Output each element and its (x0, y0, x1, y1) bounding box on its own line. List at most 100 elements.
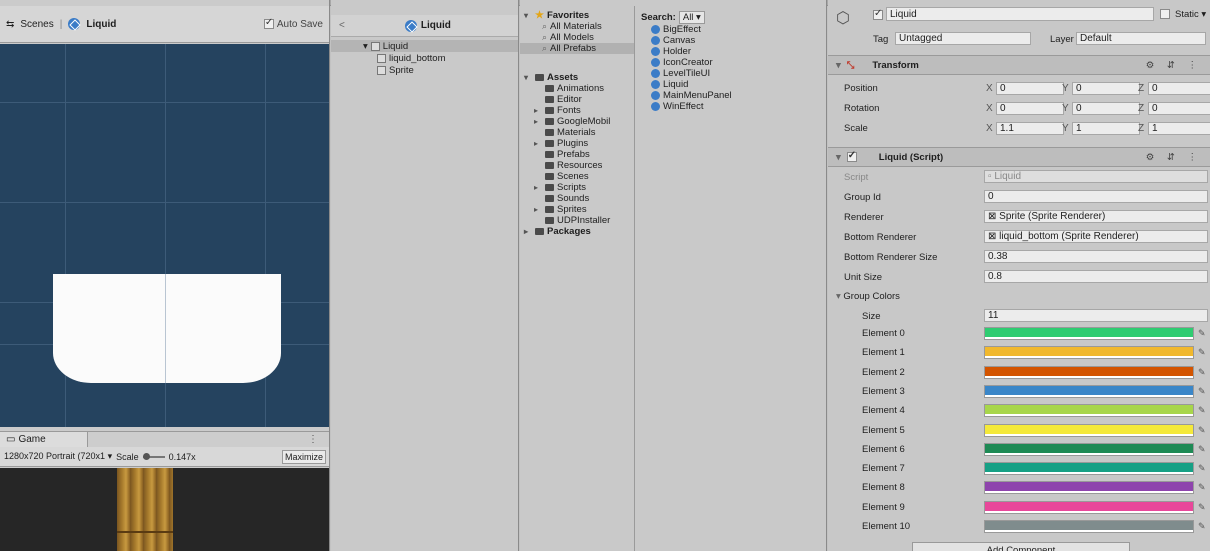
scale-z-field[interactable]: 1 (1148, 122, 1210, 135)
hierarchy-item-liquid-bottom[interactable]: liquid_bottom (331, 52, 518, 64)
component-settings-icons[interactable]: ⚙ ⇵ ⋮ (1146, 152, 1202, 163)
liquid-script-header[interactable]: ▾ Liquid (Script) ⚙ ⇵ ⋮ (828, 147, 1210, 167)
asset-folder[interactable]: Materials (520, 127, 634, 138)
eyedropper-icon[interactable]: ✎ (1198, 463, 1206, 474)
object-name-field[interactable]: Liquid (886, 7, 1154, 21)
asset-folder[interactable]: ▸ Sprites (520, 204, 634, 215)
scale-z[interactable]: Z1 (1138, 122, 1210, 135)
favorite-item[interactable]: ⌕ All Materials (520, 21, 634, 32)
asset-folder[interactable]: Editor (520, 94, 634, 105)
folder-arrow[interactable]: ▸ (534, 117, 542, 126)
tag-dropdown[interactable]: Untagged (895, 32, 1031, 45)
rotation-y-field[interactable]: 0 (1072, 102, 1140, 115)
collapse-arrow-icon[interactable]: ▾ (836, 291, 841, 302)
layer-dropdown[interactable]: Default (1076, 32, 1206, 45)
prefab-result[interactable]: IconCreator (635, 57, 826, 68)
color-field[interactable] (984, 500, 1194, 514)
position-y-field[interactable]: 0 (1072, 82, 1140, 95)
resolution-dropdown[interactable]: 1280x720 Portrait (720x1 ▾ (4, 451, 112, 462)
expand-arrow-icon[interactable]: ▾ (524, 11, 532, 20)
color-field[interactable] (984, 404, 1194, 418)
game-menu-icon[interactable]: ⋮ (308, 434, 318, 445)
scenes-icon[interactable]: ⇆ (6, 19, 14, 30)
assets-header[interactable]: ▾ Assets (520, 72, 634, 83)
scenes-tab-label[interactable]: Scenes (20, 19, 53, 30)
eyedropper-icon[interactable]: ✎ (1198, 347, 1206, 358)
hierarchy-item-liquid[interactable]: ▾ Liquid (331, 40, 518, 52)
color-field[interactable] (984, 365, 1194, 379)
transform-header[interactable]: ▾ ⤡ Transform ⚙ ⇵ ⋮ (828, 55, 1210, 75)
script-enabled-checkbox[interactable] (846, 150, 857, 162)
active-checkbox[interactable] (873, 8, 883, 20)
eyedropper-icon[interactable]: ✎ (1198, 444, 1206, 455)
eyedropper-icon[interactable]: ✎ (1198, 425, 1206, 436)
color-field[interactable] (984, 423, 1194, 437)
array-size-field[interactable]: 11 (984, 309, 1208, 322)
asset-folder[interactable]: ▸ Plugins (520, 138, 634, 149)
rotation-z-field[interactable]: 0 (1148, 102, 1210, 115)
asset-folder[interactable]: Resources (520, 160, 634, 171)
bottom-renderer-size-field[interactable]: 0.38 (984, 250, 1208, 263)
bottom-renderer-field[interactable]: ⊠ liquid_bottom (Sprite Renderer) (984, 230, 1208, 243)
asset-folder[interactable]: Sounds (520, 193, 634, 204)
color-field[interactable] (984, 346, 1194, 360)
rotation-z[interactable]: Z0 (1138, 102, 1210, 115)
collapse-arrow-icon[interactable]: ▾ (836, 60, 841, 71)
eyedropper-icon[interactable]: ✎ (1198, 328, 1206, 339)
eyedropper-icon[interactable]: ✎ (1198, 482, 1206, 493)
maximize-button[interactable]: Maximize (281, 449, 326, 464)
back-icon[interactable]: < (339, 20, 345, 31)
color-field[interactable] (984, 481, 1194, 495)
scale-slider[interactable] (142, 452, 165, 460)
asset-folder[interactable]: UDPInstaller (520, 215, 634, 226)
position-x[interactable]: X0 (986, 82, 1064, 95)
prefab-result[interactable]: BigEffect (635, 24, 826, 35)
game-tab[interactable]: ▭ Game (0, 431, 88, 448)
unit-size-field[interactable]: 0.8 (984, 270, 1208, 283)
folder-arrow[interactable]: ▸ (534, 139, 542, 148)
collapse-arrow-icon[interactable]: ▾ (836, 152, 841, 163)
scene-view[interactable] (0, 44, 329, 427)
packages-header[interactable]: ▸ Packages (520, 226, 634, 237)
folder-arrow[interactable]: ▸ (534, 106, 542, 115)
prefab-result[interactable]: Liquid (635, 79, 826, 90)
asset-folder[interactable]: ▸ Fonts (520, 105, 634, 116)
eyedropper-icon[interactable]: ✎ (1198, 405, 1206, 416)
asset-folder[interactable]: ▸ GoogleMobil (520, 116, 634, 127)
asset-folder[interactable]: ▸ Scripts (520, 182, 634, 193)
static-checkbox[interactable] (1160, 9, 1170, 19)
folder-arrow[interactable]: ▸ (534, 183, 542, 192)
scale-y-field[interactable]: 1 (1072, 122, 1140, 135)
auto-save-checkbox[interactable] (263, 17, 274, 29)
favorite-item[interactable]: ⌕ All Prefabs (520, 43, 634, 54)
scale-y[interactable]: Y1 (1062, 122, 1140, 135)
scale-x-field[interactable]: 1.1 (996, 122, 1064, 135)
scale-x[interactable]: X 1.1 (986, 122, 1064, 135)
breadcrumb-liquid[interactable]: Liquid (86, 19, 116, 30)
search-scope-dropdown[interactable]: All ▾ (678, 10, 705, 24)
expand-arrow-icon[interactable]: ▾ (363, 41, 368, 52)
color-field[interactable] (984, 327, 1194, 340)
eyedropper-icon[interactable]: ✎ (1198, 502, 1206, 513)
group-colors-foldout[interactable]: ▾ Group Colors (836, 291, 900, 302)
position-y[interactable]: Y0 (1062, 82, 1140, 95)
rotation-y[interactable]: Y0 (1062, 102, 1140, 115)
component-settings-icons[interactable]: ⚙ ⇵ ⋮ (1146, 60, 1202, 71)
auto-save-toggle[interactable]: Auto Save (263, 17, 323, 30)
folder-arrow[interactable]: ▸ (534, 205, 542, 214)
rotation-x[interactable]: X0 (986, 102, 1064, 115)
renderer-field[interactable]: ⊠ Sprite (Sprite Renderer) (984, 210, 1208, 223)
game-view[interactable] (0, 468, 329, 551)
static-dropdown[interactable]: Static ▾ (1175, 9, 1206, 20)
add-component-button[interactable]: Add Component (912, 542, 1130, 551)
eyedropper-icon[interactable]: ✎ (1198, 521, 1206, 532)
rotation-x-field[interactable]: 0 (996, 102, 1064, 115)
asset-folder[interactable]: Animations (520, 83, 634, 94)
liquid-sprite[interactable] (53, 274, 281, 383)
expand-arrow-icon[interactable]: ▾ (524, 73, 532, 82)
favorites-header[interactable]: ▾ ★ Favorites (520, 10, 634, 21)
asset-folder[interactable]: Scenes (520, 171, 634, 182)
eyedropper-icon[interactable]: ✎ (1198, 386, 1206, 397)
hierarchy-item-sprite[interactable]: Sprite (331, 64, 518, 76)
prefab-result[interactable]: Holder (635, 46, 826, 57)
